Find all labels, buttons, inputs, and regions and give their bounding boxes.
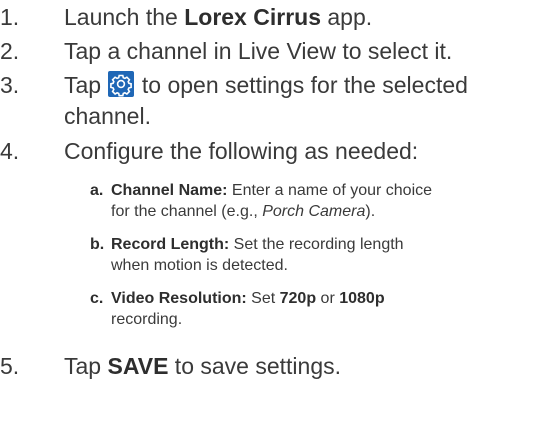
substep-letter: a.: [90, 182, 104, 199]
substep-line1: Enter a name of your choice: [227, 182, 433, 199]
step-text: Configure the following as needed:: [64, 138, 419, 164]
step-number: 5.: [0, 353, 20, 379]
settings-gear-icon: [108, 71, 135, 97]
substep-title: Video Resolution:: [111, 290, 247, 307]
substep-line1-c: or: [316, 290, 340, 307]
step-text-post: to save settings.: [168, 353, 342, 379]
substep-text-line2: recording.: [111, 311, 183, 328]
substep-text-line2: for the channel (e.g., Porch Camera).: [111, 201, 541, 222]
substep-line2-post: ).: [365, 203, 376, 220]
substep-title: Channel Name:: [111, 182, 228, 199]
substep-text-line2: when motion is detected.: [111, 257, 288, 274]
step-number: 4.: [0, 138, 20, 164]
instructions-page: 1. Launch the Lorex Cirrus app. 2. Tap a…: [0, 0, 550, 428]
step-text: Tap to open settings for the selected: [64, 70, 550, 100]
substep-text: Channel Name: Enter a name of your choic…: [111, 180, 541, 201]
app-name: Lorex Cirrus: [184, 4, 321, 30]
step-text-post: to open settings for the selected: [135, 72, 468, 98]
save-keyword: SAVE: [107, 353, 169, 379]
substep-text: Video Resolution: Set 720p or 1080p: [111, 288, 541, 309]
step-number: 1.: [0, 4, 20, 30]
example-name: Porch Camera: [262, 203, 366, 220]
step-text-line2: channel.: [64, 103, 151, 129]
step-text: Launch the Lorex Cirrus app.: [64, 2, 550, 32]
step-number: 2.: [0, 38, 20, 64]
step-text: Tap SAVE to save settings.: [64, 351, 550, 381]
resolution-1080p: 1080p: [339, 290, 385, 307]
step-text-pre: Launch the: [64, 4, 185, 30]
step-text-pre: Tap: [64, 72, 108, 98]
substep-letter: c.: [90, 290, 104, 307]
step-text-pre: Tap: [64, 353, 108, 379]
resolution-720p: 720p: [279, 290, 317, 307]
step-number: 3.: [0, 72, 20, 98]
substep-line1: Set the recording length: [229, 236, 404, 253]
substep-title: Record Length:: [111, 236, 230, 253]
substep-text: Record Length: Set the recording length: [111, 234, 541, 255]
step-text: Tap a channel in Live View to select it.: [64, 38, 453, 64]
substep-letter: b.: [90, 236, 105, 253]
substep-line2-pre: for the channel (e.g.,: [111, 203, 263, 220]
substep-line1-a: Set: [246, 290, 280, 307]
step-text-post: app.: [320, 4, 373, 30]
